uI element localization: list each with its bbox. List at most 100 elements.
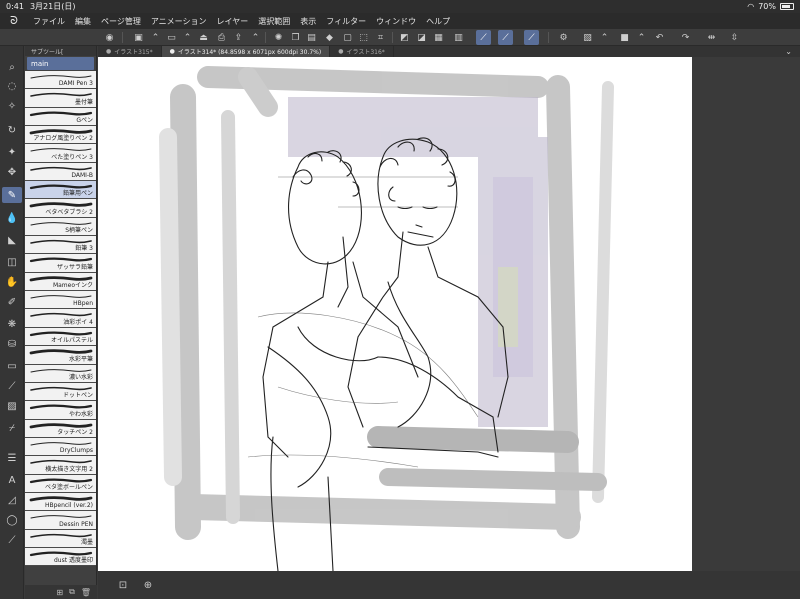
tab-illust-315[interactable]: ● イラスト315*	[98, 46, 162, 57]
subtool-item[interactable]: Mameoインク	[25, 272, 96, 292]
balloon-icon[interactable]: ◯	[2, 512, 22, 528]
disabled-tool-icon[interactable]: ▥	[451, 30, 466, 45]
pen-pressure-icon[interactable]: ⟋	[498, 30, 513, 45]
pen-correction-icon[interactable]: ⟋	[524, 30, 539, 45]
settings-icon[interactable]: ⚙	[556, 30, 571, 45]
subtool-item[interactable]: タッチペン 2	[25, 419, 96, 438]
decoration-icon[interactable]: ❋	[2, 316, 22, 332]
loading-icon[interactable]: ✺	[271, 30, 286, 45]
subtool-item[interactable]: ザッサラ鉛筆	[25, 254, 96, 273]
redo-icon[interactable]: ↷	[678, 30, 693, 45]
subtool-item[interactable]: HBpen	[25, 291, 96, 310]
line-icon[interactable]: ⟋	[2, 532, 22, 548]
tab-illust-314[interactable]: ● イラスト314* (84.8598 x 6071px 600dpi 30.7%…	[161, 46, 331, 57]
print-icon[interactable]: ⎙	[214, 30, 229, 45]
new-file-icon[interactable]: ▣	[131, 30, 146, 45]
subtool-item[interactable]: Dessin PEN	[25, 511, 96, 530]
menu-filter[interactable]: フィルター	[321, 16, 371, 27]
zoom-icon[interactable]: ⌕	[2, 59, 22, 75]
flip-vertical-icon[interactable]: ⇳	[727, 30, 742, 45]
subtool-item[interactable]: DAMI Pen 3	[25, 71, 96, 90]
disabled-tool-icon[interactable]: ◩	[397, 30, 412, 45]
color-swatch-icon[interactable]: ■	[617, 30, 632, 45]
gradient-icon[interactable]: ▨	[2, 398, 22, 414]
subtool-item[interactable]: HBpencil (ver.2)	[25, 492, 96, 512]
export-icon[interactable]: ⇪	[231, 30, 246, 45]
select-icon[interactable]: ✧	[2, 98, 22, 114]
dropdown-icon[interactable]: ⌃	[148, 30, 163, 45]
trash-icon[interactable]: 🗑	[81, 588, 91, 597]
rotate-view-icon[interactable]: ⊕	[141, 578, 155, 592]
menu-page[interactable]: ページ管理	[96, 16, 146, 27]
subtool-group-main[interactable]: main	[27, 57, 94, 70]
tab-illust-316[interactable]: ● イラスト316*	[330, 46, 394, 57]
disabled-tool-icon[interactable]: ▦	[431, 30, 446, 45]
subtool-item[interactable]: ドットペン	[25, 382, 96, 402]
airbrush-icon[interactable]: ✐	[2, 294, 22, 310]
deselect-icon[interactable]: ⬚	[356, 30, 371, 45]
open-folder-icon[interactable]: ▭	[164, 30, 179, 45]
menu-selection[interactable]: 選択範囲	[253, 16, 295, 27]
menu-layer[interactable]: レイヤー	[212, 16, 254, 27]
subtool-item[interactable]: DAMI-B	[25, 162, 96, 182]
magic-wand-icon[interactable]: ✦	[2, 144, 22, 160]
subtool-item[interactable]: アナログ風塗りペン 2	[25, 126, 96, 145]
dropdown-icon[interactable]: ⌃	[248, 30, 263, 45]
subtool-item[interactable]: 横太描き文字用 2	[25, 456, 96, 475]
pen-stabilizer-icon[interactable]: ⟋	[476, 30, 491, 45]
app-logo-icon[interactable]: ᘐ	[0, 14, 28, 28]
copy-icon[interactable]: ❐	[288, 30, 303, 45]
image-icon[interactable]: ▧	[580, 30, 595, 45]
pen-icon[interactable]: ✎	[2, 187, 22, 203]
home-icon[interactable]: ◉	[102, 30, 117, 45]
subtool-item[interactable]: dust 透度墨印	[25, 547, 96, 567]
add-subtool-icon[interactable]: ⊞	[56, 588, 63, 597]
layer-icon[interactable]: ☰	[2, 450, 22, 466]
menu-animation[interactable]: アニメーション	[146, 16, 212, 27]
save-icon[interactable]: ⏏	[196, 30, 211, 45]
canvas-area[interactable]	[98, 57, 800, 571]
dropdown-icon[interactable]: ⌃	[634, 30, 649, 45]
flip-horizontal-icon[interactable]: ⇹	[704, 30, 719, 45]
move-icon[interactable]: ✥	[2, 164, 22, 180]
dropdown-icon[interactable]: ⌃	[180, 30, 195, 45]
fit-view-icon[interactable]: ⊡	[116, 578, 130, 592]
subtool-item[interactable]: 濁墨	[25, 529, 96, 548]
paste-icon[interactable]: ▤	[304, 30, 319, 45]
menu-help[interactable]: ヘルプ	[421, 16, 455, 27]
subtool-item[interactable]: やわ水彩	[25, 401, 96, 420]
subtool-item[interactable]: 油彩ポイ 4	[25, 309, 96, 328]
figure-icon[interactable]: ◿	[2, 492, 22, 508]
ink-drop-icon[interactable]: 💧	[2, 210, 22, 226]
menu-edit[interactable]: 編集	[70, 16, 96, 27]
subtool-item[interactable]: 墨付筆	[25, 89, 96, 108]
rotate-icon[interactable]: ↻	[2, 122, 22, 138]
subtool-item[interactable]: 濃い水彩	[25, 364, 96, 383]
clear-icon[interactable]: ▢	[340, 30, 355, 45]
disabled-tool-icon[interactable]: ◪	[414, 30, 429, 45]
ruler-icon[interactable]: ⟋	[2, 378, 22, 394]
rectangle-icon[interactable]: ▭	[2, 358, 22, 374]
subtool-item[interactable]: DryClumps	[25, 437, 96, 457]
lasso-icon[interactable]: ◌	[2, 78, 22, 94]
dropdown-icon[interactable]: ⌃	[597, 30, 612, 45]
subtool-item[interactable]: Gペン	[25, 107, 96, 127]
fill-icon[interactable]: ◆	[322, 30, 337, 45]
subtool-item[interactable]: 鉛筆 3	[25, 236, 96, 255]
subtool-item[interactable]: ベタ塗ボールペン	[25, 474, 96, 493]
text-icon[interactable]: A	[2, 472, 22, 488]
eyedropper-icon[interactable]: ⌿	[2, 420, 22, 436]
fill-bucket-icon[interactable]: ◣	[2, 232, 22, 248]
subtool-item[interactable]: 水彩平筆	[25, 346, 96, 365]
eraser-icon[interactable]: ◫	[2, 254, 22, 270]
subtool-item[interactable]: 鉛筆用ペン	[25, 181, 96, 200]
subtool-item[interactable]: オイルパステル	[25, 327, 96, 347]
blend-icon[interactable]: ✋	[2, 274, 22, 290]
chevron-down-icon[interactable]: ⌄	[777, 46, 800, 57]
subtool-item[interactable]: S柄筆ペン	[25, 217, 96, 237]
undo-icon[interactable]: ↶	[652, 30, 667, 45]
duplicate-icon[interactable]: ⧉	[69, 587, 75, 597]
menu-window[interactable]: ウィンドウ	[371, 16, 421, 27]
bucket-icon[interactable]: ⛁	[2, 336, 22, 352]
menu-view[interactable]: 表示	[295, 16, 321, 27]
